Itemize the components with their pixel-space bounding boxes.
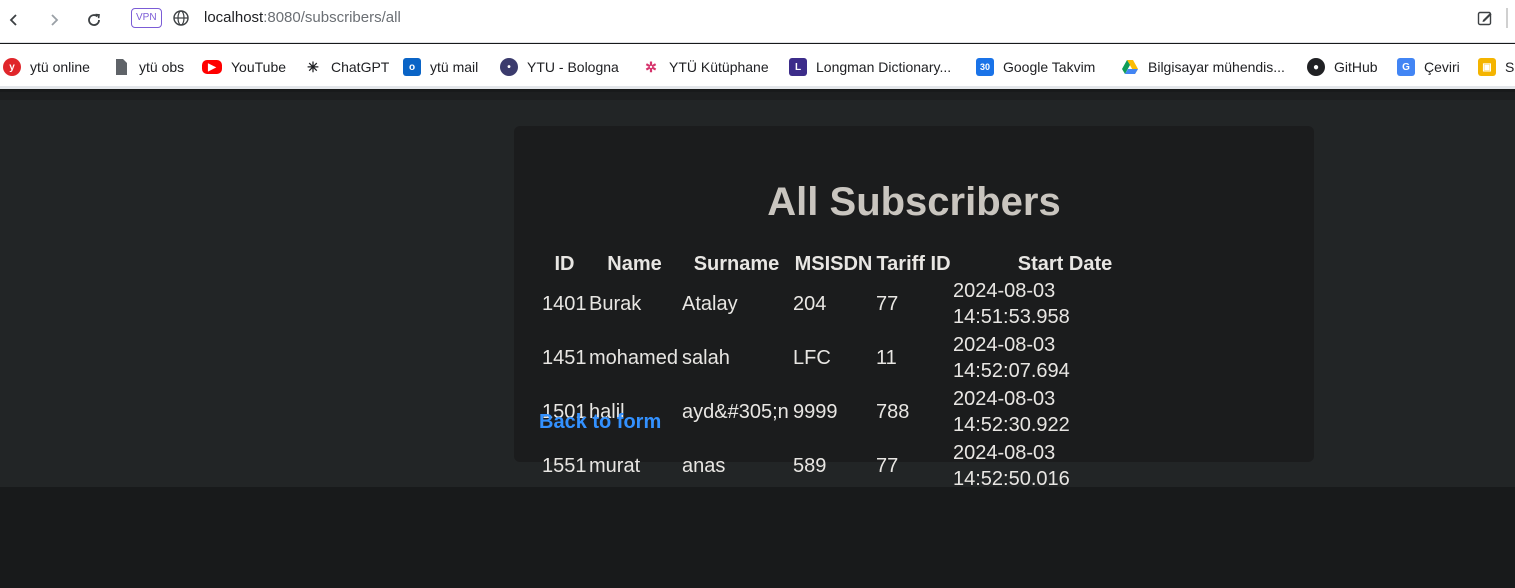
reload-icon[interactable]: [80, 6, 108, 34]
bookmark-longman[interactable]: L Longman Dictionary...: [789, 56, 951, 78]
drive-icon: [1121, 58, 1139, 76]
cell-name: murat: [589, 455, 641, 477]
bookmark-label: Bilgisayar mühendis...: [1148, 59, 1285, 75]
cell-surname: salah: [682, 347, 730, 369]
bookmark-chatgpt[interactable]: ✳ ChatGPT: [304, 56, 389, 78]
bookmark-label: GitHub: [1334, 59, 1378, 75]
cell-msisdn: 204: [793, 293, 827, 315]
longman-icon: L: [789, 58, 807, 76]
bookmark-youtube[interactable]: ▶ YouTube: [202, 56, 286, 78]
edit-icon[interactable]: [1476, 9, 1494, 27]
library-icon: ✲: [645, 58, 657, 75]
cell-name: Burak: [589, 293, 642, 315]
subscribers-card: All Subscribers ID Name Surname MSISDN T…: [514, 126, 1314, 490]
cell-msisdn: LFC: [793, 347, 831, 369]
bookmark-ytu-online[interactable]: y ytü online: [3, 56, 90, 78]
url-host: localhost: [204, 9, 264, 26]
back-arrow-icon[interactable]: [0, 6, 28, 34]
youtube-icon: ▶: [202, 60, 222, 74]
cell-id: 1551: [542, 455, 587, 477]
bookmark-bilgisayar[interactable]: Bilgisayar mühendis...: [1121, 56, 1285, 78]
bookmark-label: ChatGPT: [331, 59, 390, 75]
bookmark-ceviri[interactable]: G Çeviri: [1397, 56, 1460, 78]
browser-toolbar: VPN localhost:8080/subscribers/all: [0, 0, 1515, 43]
bookmark-github[interactable]: ● GitHub: [1307, 56, 1378, 78]
document-icon: [112, 58, 130, 76]
table-row: 1451 mohamed salah LFC 11 2024-08-03 14:…: [542, 332, 1177, 384]
bookmark-label: ytü online: [30, 59, 90, 75]
bookmark-ytu-obs[interactable]: ytü obs: [112, 56, 184, 78]
cell-id: 1401: [542, 293, 587, 315]
bookmark-label: YouTube: [231, 59, 287, 75]
bookmark-ytu-kutuphane[interactable]: ✲ YTÜ Kütüphane: [642, 56, 769, 78]
cell-msisdn: 589: [793, 455, 827, 477]
bookmark-classroom[interactable]: ▣ Sı: [1478, 56, 1515, 78]
cell-start-date: 2024-08-03 14:52:07.694: [953, 334, 1070, 382]
outlook-icon: o: [403, 58, 421, 76]
cell-tariff-id: 77: [876, 293, 899, 315]
translate-icon: G: [1397, 58, 1415, 76]
cell-start-date: 2024-08-03 14:51:53.958: [953, 280, 1070, 328]
cell-id: 1451: [542, 347, 587, 369]
bookmarks-bar: y ytü online ytü obs ▶ YouTube ✳ ChatGPT…: [0, 44, 1515, 89]
globe-icon[interactable]: [172, 9, 190, 27]
cell-name: mohamed: [589, 347, 678, 369]
bookmark-label: ytü mail: [430, 59, 479, 75]
ytu-seal-icon: •: [500, 58, 518, 76]
bookmark-label: ytü obs: [139, 59, 185, 75]
bookmark-label: YTU - Bologna: [527, 59, 619, 75]
bookmark-label: YTÜ Kütüphane: [669, 59, 769, 75]
cell-tariff-id: 788: [876, 401, 910, 423]
back-to-form-link[interactable]: Back to form: [539, 411, 661, 434]
header-id: ID: [554, 253, 575, 275]
bookmark-google-takvim[interactable]: 30 Google Takvim: [976, 56, 1095, 78]
cell-start-date: 2024-08-03 14:52:50.016: [953, 442, 1070, 490]
cell-surname: Atalay: [682, 293, 738, 315]
ytu-online-icon: y: [3, 58, 21, 76]
bookmark-label: Google Takvim: [1003, 59, 1096, 75]
cell-tariff-id: 77: [876, 455, 899, 477]
calendar-icon: 30: [976, 58, 994, 76]
toolbar-edge: [1506, 8, 1508, 28]
table-row: 1401 Burak Atalay 204 77 2024-08-03 14:5…: [542, 278, 1177, 330]
github-icon: ●: [1307, 58, 1325, 76]
cell-start-date: 2024-08-03 14:52:30.922: [953, 388, 1070, 436]
table-header-row: ID Name Surname MSISDN Tariff ID Start D…: [542, 252, 1177, 276]
bookmark-ytu-bologna[interactable]: • YTU - Bologna: [500, 56, 619, 78]
header-tariff-id: Tariff ID: [876, 253, 951, 275]
classroom-icon: ▣: [1478, 58, 1496, 76]
bookmark-label: Longman Dictionary...: [816, 59, 952, 75]
cell-msisdn: 9999: [793, 401, 838, 423]
bookmark-label: Sı: [1505, 59, 1515, 75]
cell-surname: anas: [682, 455, 726, 477]
cell-surname: ayd&#305;n: [682, 401, 789, 423]
cell-tariff-id: 11: [876, 347, 897, 369]
subscribers-table: ID Name Surname MSISDN Tariff ID Start D…: [540, 250, 1179, 494]
page-title: All Subscribers: [767, 180, 1061, 224]
header-name: Name: [607, 253, 662, 275]
vpn-badge[interactable]: VPN: [131, 8, 162, 28]
address-bar[interactable]: localhost:8080/subscribers/all: [204, 8, 401, 28]
table-row: 1551 murat anas 589 77 2024-08-03 14:52:…: [542, 440, 1177, 492]
bookmark-ytu-mail[interactable]: o ytü mail: [403, 56, 478, 78]
chatgpt-icon: ✳: [307, 58, 319, 75]
header-msisdn: MSISDN: [794, 253, 873, 275]
page-top-strip: [0, 92, 1515, 100]
header-surname: Surname: [693, 253, 780, 275]
forward-arrow-icon[interactable]: [40, 6, 68, 34]
bookmark-label: Çeviri: [1424, 59, 1460, 75]
header-start-date: Start Date: [1017, 253, 1113, 275]
url-path: :8080/subscribers/all: [263, 9, 401, 26]
